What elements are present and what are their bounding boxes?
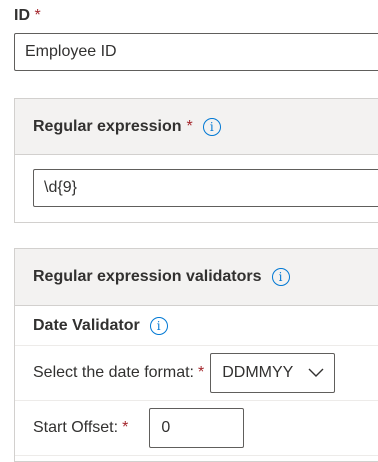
date-format-dropdown[interactable]: DDMMYY [210,353,336,393]
info-icon[interactable]: i [271,268,290,286]
date-validator-header: Date Validator i [15,306,378,346]
date-validator-title: Date Validator [33,316,140,334]
info-icon[interactable]: i [149,316,168,335]
regular-expression-panel: Regular expression * i [14,98,378,223]
id-field-label: ID * [14,6,41,26]
regular-expression-title: Regular expression [33,117,182,135]
start-offset-input[interactable] [149,408,245,448]
date-format-label: Select the date format: [33,364,194,381]
date-format-row: Select the date format: * DDMMYY [15,346,378,401]
id-label-text: ID [14,7,30,24]
regex-validators-panel: Regular expression validators i Date Val… [14,248,378,462]
regular-expression-header: Regular expression * i [15,99,378,155]
info-icon[interactable]: i [202,117,221,136]
start-offset-label: Start Offset: [33,419,119,436]
id-input[interactable] [14,33,378,71]
regular-expression-input[interactable] [33,169,378,207]
required-asterisk: * [186,117,193,135]
date-format-selected: DDMMYY [222,364,294,381]
regex-validators-header: Regular expression validators i [15,249,378,306]
chevron-down-icon [308,368,324,377]
required-asterisk: * [34,7,41,24]
required-asterisk: * [197,364,205,381]
regex-validators-title: Regular expression validators [33,268,262,285]
start-offset-row: Start Offset: * [15,401,378,456]
required-asterisk: * [122,419,129,436]
